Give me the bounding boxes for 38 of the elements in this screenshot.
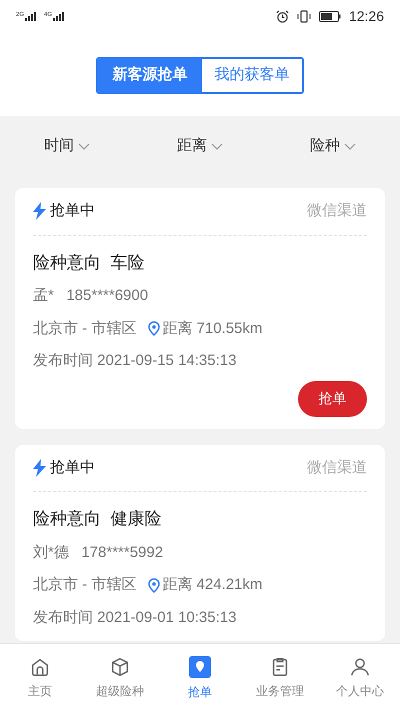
grab-order-button[interactable]: 抢单 [298, 380, 367, 416]
pin-icon [188, 654, 212, 678]
customer-location: 北京市 - 市辖区 [33, 318, 136, 338]
distance: 距离 424.21km [162, 575, 262, 595]
tab-bar-item[interactable]: 抢单 [160, 644, 240, 711]
filter-dropdown[interactable]: 距离 [177, 134, 223, 158]
customer-location: 北京市 - 市辖区 [33, 575, 136, 595]
segment-tab[interactable]: 新客源抢单 [98, 59, 202, 92]
tab-bar-item[interactable]: 主页 [0, 644, 80, 711]
insurance-intent: 险种意向 车险 [33, 252, 146, 274]
clock: 12:26 [348, 6, 384, 26]
cube-icon [109, 656, 131, 678]
filter-dropdown[interactable]: 时间 [44, 134, 90, 158]
order-channel: 微信渠道 [307, 201, 367, 221]
distance: 距离 710.55km [162, 318, 262, 338]
insurance-intent: 险种意向 健康险 [33, 508, 162, 530]
battery-icon [318, 10, 341, 22]
chevron-down-icon [211, 142, 223, 150]
location-pin-icon [148, 321, 160, 336]
location-pin-icon [148, 578, 160, 593]
order-status: 抢单中 [50, 458, 95, 478]
chevron-down-icon [344, 142, 356, 150]
filter-dropdown[interactable]: 险种 [310, 134, 356, 158]
publish-time: 发布时间 2021-09-15 14:35:13 [33, 351, 238, 371]
lightning-icon [33, 458, 46, 477]
tab-bar-item[interactable]: 超级险种 [80, 644, 160, 711]
publish-time: 发布时间 2021-09-01 10:35:13 [33, 608, 238, 628]
vibrate-icon [296, 10, 311, 22]
tab-bar-item[interactable]: 业务管理 [240, 644, 320, 711]
order-status: 抢单中 [50, 201, 95, 221]
chevron-down-icon [78, 142, 90, 150]
lightning-icon [33, 202, 46, 220]
tab-bar-item[interactable]: 个人中心 [320, 644, 400, 711]
alarm-icon [276, 10, 289, 22]
person-icon [349, 656, 371, 678]
customer-contact: 刘*德 178****5992 [33, 542, 164, 562]
order-channel: 微信渠道 [307, 458, 367, 478]
customer-contact: 孟* 185****6900 [33, 286, 150, 306]
